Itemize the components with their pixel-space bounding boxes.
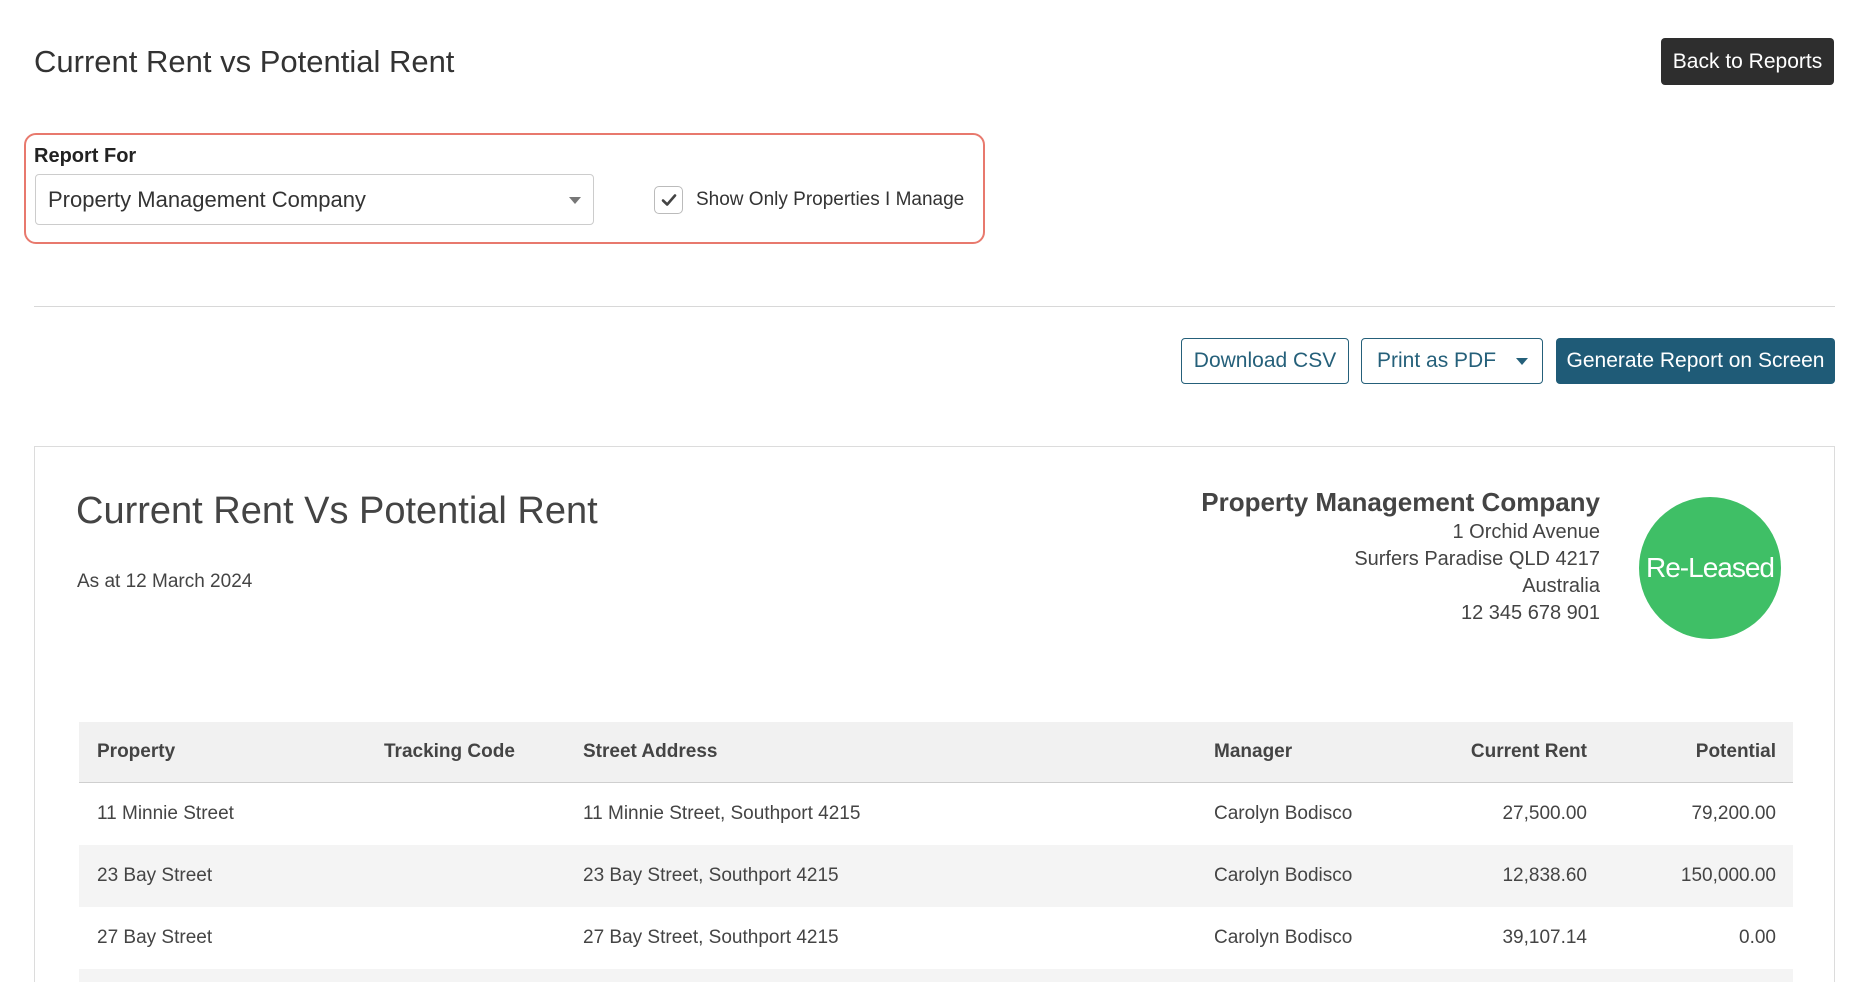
caret-down-icon: [1516, 358, 1528, 365]
checkmark-icon: [661, 194, 676, 206]
report-date: As at 12 March 2024: [77, 571, 253, 592]
cell-potential: 0.00: [1739, 927, 1776, 948]
company-phone: 12 345 678 901: [1460, 602, 1600, 624]
report-title: Current Rent Vs Potential Rent: [76, 490, 598, 532]
column-header-current-rent[interactable]: Current Rent: [1471, 722, 1587, 782]
table-header: Property Tracking Code Street Address Ma…: [79, 722, 1793, 783]
print-pdf-label: Print as PDF: [1377, 349, 1497, 372]
cell-property: 23 Bay Street: [97, 865, 213, 886]
report-for-select-value: Property Management Company: [48, 186, 366, 212]
company-country: Australia: [1522, 575, 1600, 597]
cell-potential: 79,200.00: [1691, 803, 1776, 824]
cell-street-address: 27 Bay Street, Southport 4215: [583, 927, 839, 948]
cell-current-rent: 12,838.60: [1502, 865, 1587, 886]
cell-street-address: 11 Minnie Street, Southport 4215: [583, 803, 861, 824]
column-header-property[interactable]: Property: [97, 722, 175, 782]
table-row: 27 Bay Street 27 Bay Street, Southport 4…: [79, 907, 1793, 969]
cell-manager: Carolyn Bodisco: [1214, 803, 1353, 824]
show-only-label[interactable]: Show Only Properties I Manage: [696, 189, 964, 211]
download-csv-button[interactable]: Download CSV: [1181, 338, 1349, 384]
cell-property: 11 Minnie Street: [97, 803, 234, 824]
column-header-potential[interactable]: Potential: [1696, 722, 1776, 782]
company-details: Property Management Company 1 Orchid Ave…: [1201, 485, 1600, 627]
cell-property: 27 Bay Street: [97, 927, 213, 948]
column-header-tracking-code[interactable]: Tracking Code: [384, 722, 515, 782]
company-name: Property Management Company: [1201, 487, 1600, 517]
cell-current-rent: 27,500.00: [1502, 803, 1587, 824]
rent-table: Property Tracking Code Street Address Ma…: [79, 722, 1793, 982]
cell-manager: Carolyn Bodisco: [1214, 865, 1353, 886]
report-for-label: Report For: [34, 145, 137, 167]
column-header-street-address[interactable]: Street Address: [583, 722, 717, 782]
company-address-line2: Surfers Paradise QLD 4217: [1354, 548, 1600, 570]
company-logo: Re-Leased: [1639, 497, 1781, 639]
cell-street-address: 23 Bay Street, Southport 4215: [583, 865, 839, 886]
section-divider: [34, 306, 1835, 307]
generate-report-button[interactable]: Generate Report on Screen: [1556, 338, 1835, 384]
back-to-reports-button[interactable]: Back to Reports: [1661, 38, 1834, 85]
column-header-manager[interactable]: Manager: [1214, 722, 1292, 782]
cell-potential: 150,000.00: [1680, 865, 1776, 886]
cell-manager: Carolyn Bodisco: [1214, 927, 1353, 948]
table-row-partial: [79, 969, 1793, 982]
table-row: 11 Minnie Street 11 Minnie Street, South…: [79, 783, 1793, 845]
chevron-down-icon: [569, 197, 581, 204]
table-row: 23 Bay Street 23 Bay Street, Southport 4…: [79, 845, 1793, 907]
cell-current-rent: 39,107.14: [1502, 927, 1587, 948]
company-address-line1: 1 Orchid Avenue: [1452, 521, 1600, 543]
report-for-select[interactable]: Property Management Company: [35, 174, 594, 225]
page-title: Current Rent vs Potential Rent: [34, 44, 455, 79]
show-only-checkbox[interactable]: [654, 186, 683, 214]
print-pdf-button[interactable]: Print as PDF: [1361, 338, 1543, 384]
